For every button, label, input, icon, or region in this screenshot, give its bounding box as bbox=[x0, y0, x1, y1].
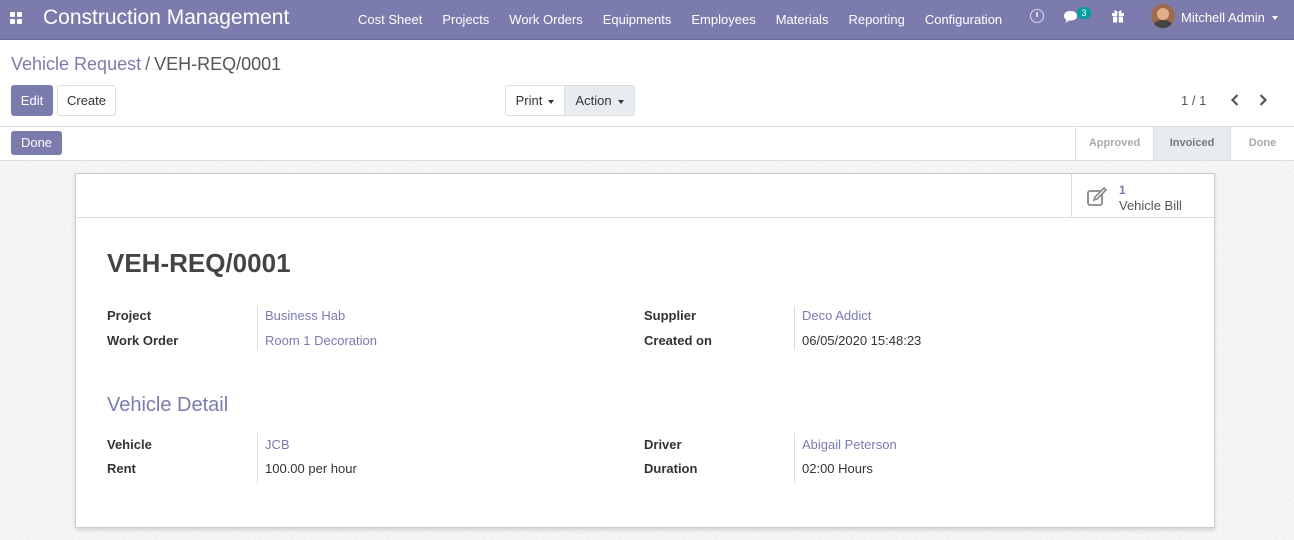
menu-projects[interactable]: Projects bbox=[432, 0, 499, 40]
menu-materials[interactable]: Materials bbox=[766, 0, 839, 40]
created-on-value: 06/05/2020 15:48:23 bbox=[802, 333, 922, 348]
edit-button[interactable]: Edit bbox=[11, 85, 53, 116]
field-separator bbox=[794, 433, 795, 483]
stage-indicator: Approved Invoiced Done bbox=[1075, 127, 1294, 160]
duration-value: 02:00 Hours bbox=[802, 461, 873, 476]
print-dropdown-button[interactable]: Print bbox=[505, 85, 565, 116]
vehicle-label: Vehicle bbox=[107, 437, 152, 452]
breadcrumb: Vehicle Request / VEH-REQ/0001 bbox=[11, 53, 281, 75]
form-sheet: 1 Vehicle Bill VEH-REQ/0001 Project Busi… bbox=[75, 173, 1215, 528]
caret-down-icon bbox=[617, 99, 624, 104]
menu-configuration[interactable]: Configuration bbox=[915, 0, 1012, 40]
menu-work-orders[interactable]: Work Orders bbox=[499, 0, 592, 40]
project-label: Project bbox=[107, 308, 152, 323]
rent-label: Rent bbox=[107, 461, 136, 476]
apps-grid-icon[interactable] bbox=[10, 12, 22, 24]
section-title-vehicle-detail: Vehicle Detail bbox=[107, 394, 229, 416]
record-title: VEH-REQ/0001 bbox=[107, 248, 291, 278]
driver-value-link[interactable]: Abigail Peterson bbox=[802, 437, 897, 452]
gift-icon[interactable] bbox=[1111, 9, 1125, 23]
done-button[interactable]: Done bbox=[11, 131, 62, 155]
stage-invoiced-active: Invoiced bbox=[1153, 127, 1230, 160]
breadcrumb-parent-link[interactable]: Vehicle Request bbox=[11, 54, 141, 74]
supplier-value-link[interactable]: Deco Addict bbox=[802, 308, 871, 323]
app-title[interactable]: Construction Management bbox=[43, 6, 289, 30]
rent-value: 100.00 per hour bbox=[265, 461, 357, 476]
rent-unit: per hour bbox=[308, 461, 357, 476]
menu-reporting[interactable]: Reporting bbox=[838, 0, 914, 40]
top-navbar: Construction Management Cost Sheet Proje… bbox=[0, 0, 1294, 40]
activity-clock-icon[interactable] bbox=[1030, 9, 1044, 23]
chat-count-badge: 3 bbox=[1077, 7, 1091, 19]
chevron-right-icon[interactable] bbox=[1257, 92, 1269, 108]
stage-approved: Approved bbox=[1075, 127, 1153, 160]
field-separator bbox=[257, 306, 258, 350]
duration-amount: 02:00 bbox=[802, 461, 835, 476]
vehicle-bill-count: 1 bbox=[1119, 183, 1126, 197]
user-menu-name[interactable]: Mitchell Admin bbox=[1181, 10, 1265, 25]
breadcrumb-separator: / bbox=[145, 54, 151, 74]
print-label: Print bbox=[515, 93, 543, 108]
chevron-left-icon[interactable] bbox=[1229, 92, 1241, 108]
vehicle-bill-label: Vehicle Bill bbox=[1119, 198, 1182, 213]
user-menu-caret-icon[interactable] bbox=[1272, 16, 1278, 20]
breadcrumb-current: VEH-REQ/0001 bbox=[154, 54, 282, 74]
field-separator bbox=[794, 306, 795, 350]
edit-icon bbox=[1087, 186, 1108, 206]
vehicle-value-link[interactable]: JCB bbox=[265, 437, 290, 452]
action-label: Action bbox=[575, 93, 612, 108]
smart-button-box: 1 Vehicle Bill bbox=[76, 174, 1214, 218]
rent-amount: 100.00 bbox=[265, 461, 305, 476]
caret-down-icon bbox=[548, 99, 555, 104]
work-order-label: Work Order bbox=[107, 333, 179, 348]
main-menu: Cost Sheet Projects Work Orders Equipmen… bbox=[348, 0, 1012, 40]
field-separator bbox=[257, 433, 258, 483]
menu-employees[interactable]: Employees bbox=[681, 0, 765, 40]
pager-value[interactable]: 1 / 1 bbox=[1181, 93, 1206, 108]
project-value-link[interactable]: Business Hab bbox=[265, 308, 345, 323]
duration-label: Duration bbox=[644, 461, 698, 476]
user-avatar[interactable] bbox=[1151, 4, 1175, 28]
driver-label: Driver bbox=[644, 437, 682, 452]
menu-cost-sheet[interactable]: Cost Sheet bbox=[348, 0, 432, 40]
stage-done: Done bbox=[1230, 127, 1294, 160]
menu-equipments[interactable]: Equipments bbox=[593, 0, 682, 40]
created-on-label: Created on bbox=[644, 333, 712, 348]
vehicle-bill-smart-button[interactable]: 1 Vehicle Bill bbox=[1071, 174, 1214, 218]
duration-unit: Hours bbox=[838, 461, 873, 476]
work-order-value-link[interactable]: Room 1 Decoration bbox=[265, 333, 377, 348]
supplier-label: Supplier bbox=[644, 308, 697, 323]
action-dropdown-button[interactable]: Action bbox=[564, 85, 635, 116]
create-button[interactable]: Create bbox=[57, 85, 116, 116]
